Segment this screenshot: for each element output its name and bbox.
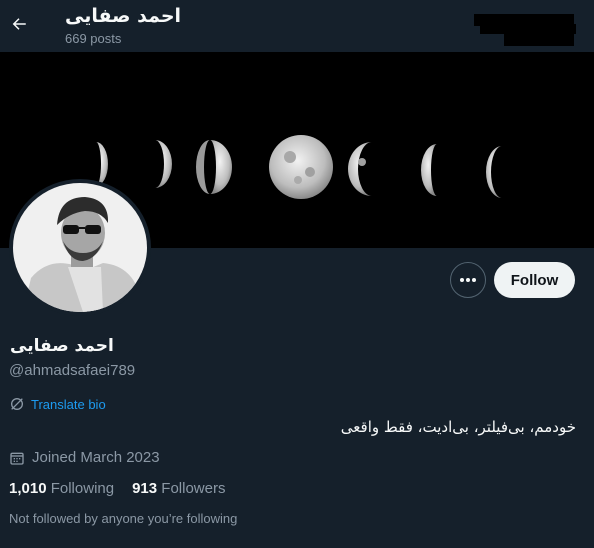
moon-phase-image xyxy=(421,144,437,196)
follow-button[interactable]: Follow xyxy=(494,262,575,298)
top-bar: احمد صفایی 669 posts xyxy=(0,0,594,52)
moon-phase-image xyxy=(348,142,372,196)
join-date-label: Joined March 2023 xyxy=(32,449,160,466)
followers-link[interactable]: 913 Followers xyxy=(132,480,225,497)
translate-bio-label: Translate bio xyxy=(31,396,106,412)
moon-phase-image xyxy=(196,140,232,194)
redaction-mark xyxy=(504,32,574,46)
globe-slash-icon xyxy=(11,398,23,410)
join-date: Joined March 2023 xyxy=(9,449,160,466)
followers-label: Followers xyxy=(161,480,226,497)
moon-phase-image xyxy=(96,142,108,186)
following-count: 1,010 xyxy=(9,480,51,497)
more-dots-icon xyxy=(460,278,476,282)
post-count: 669 posts xyxy=(65,31,122,46)
calendar-icon xyxy=(10,452,24,465)
profile-name: احمد صفایی xyxy=(10,336,114,356)
translate-bio-link[interactable]: Translate bio xyxy=(9,396,106,412)
followers-count: 913 xyxy=(132,480,162,497)
moon-phase-image xyxy=(155,140,172,188)
profile-handle: @ahmadsafaei789 xyxy=(9,362,136,379)
back-button[interactable] xyxy=(6,9,32,39)
not-followed-notice: Not followed by anyone you’re following xyxy=(9,511,238,526)
header-name: احمد صفایی xyxy=(65,5,182,27)
profile-bio: خودمم، بی‌فیلتر، بی‌ادیت، فقط واقعی xyxy=(340,418,576,436)
follow-stats: 1,010 Following 913 Followers xyxy=(9,480,225,497)
arrow-left-icon xyxy=(12,18,26,30)
more-options-button[interactable] xyxy=(450,262,486,298)
avatar[interactable] xyxy=(9,179,151,316)
moon-phase-image xyxy=(269,135,333,199)
following-label: Following xyxy=(50,480,115,497)
following-link[interactable]: 1,010 Following xyxy=(9,480,114,497)
moon-phase-image xyxy=(486,146,502,198)
